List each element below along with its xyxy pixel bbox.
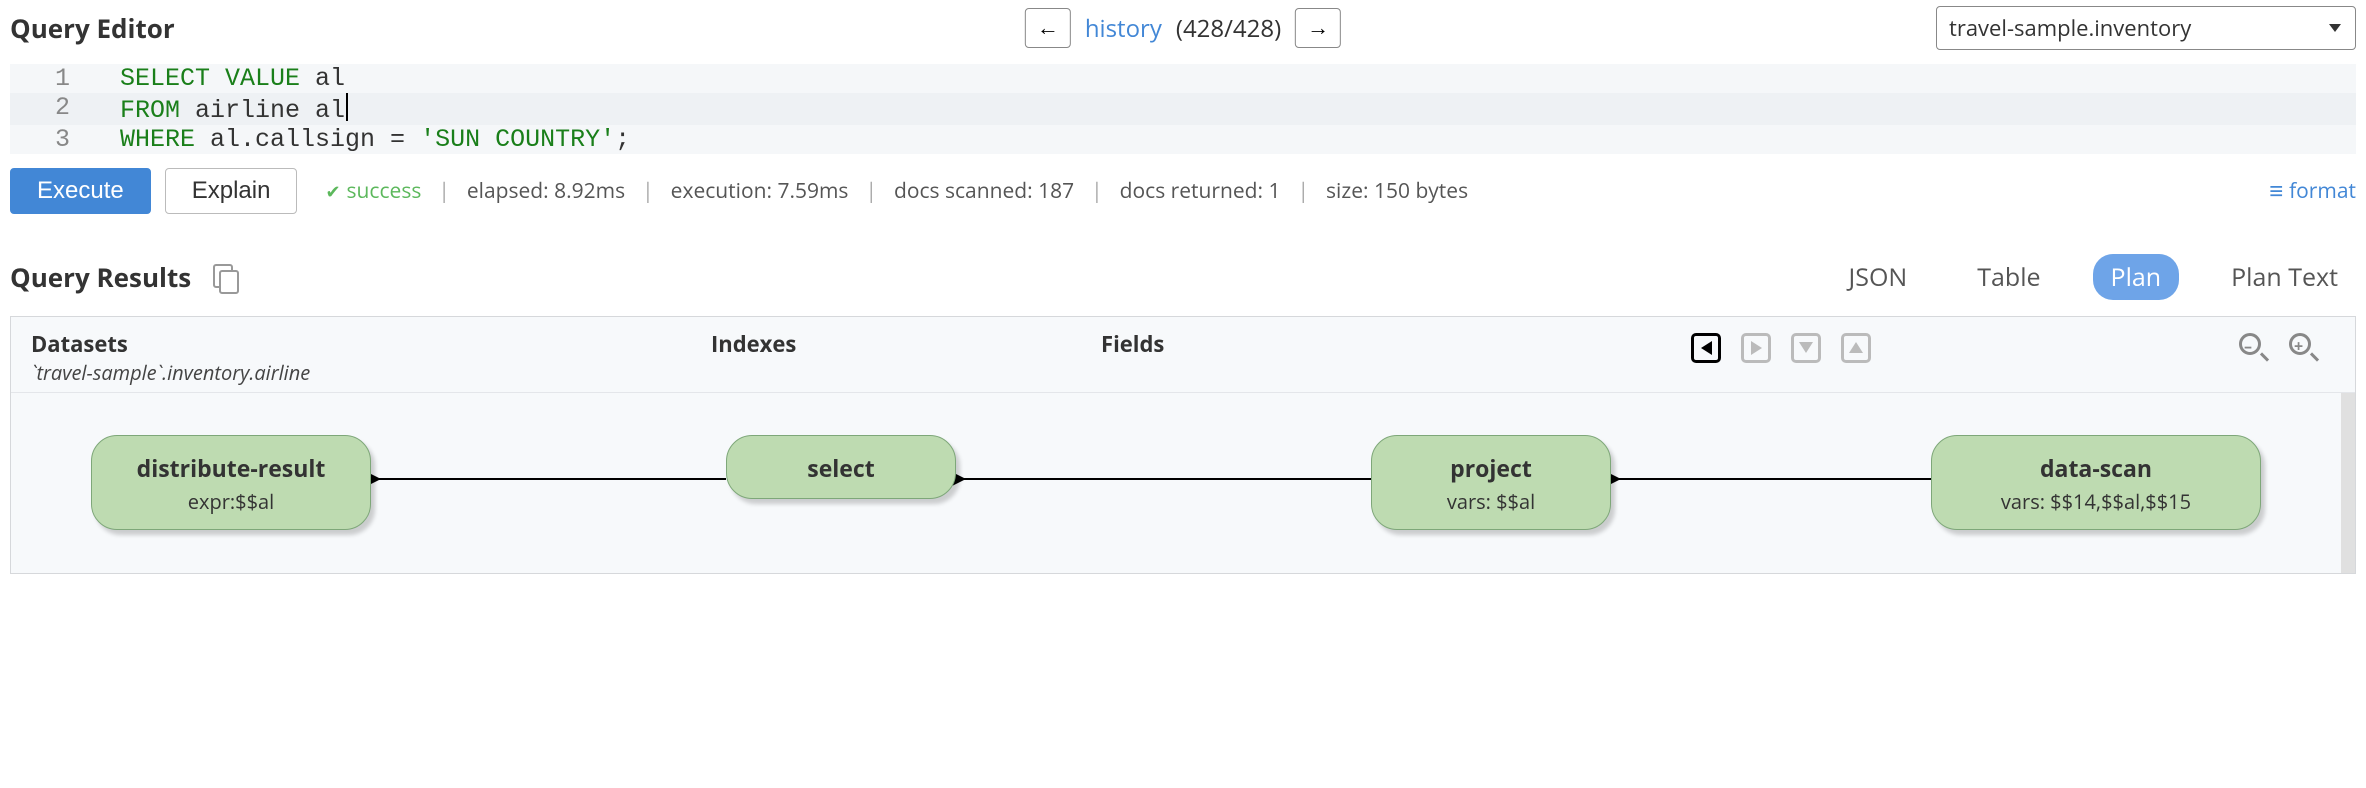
stat-elapsed: elapsed: 8.92ms <box>467 177 625 205</box>
zoom-in-button[interactable]: + <box>2289 333 2315 359</box>
line-number: 1 <box>10 64 100 93</box>
line-number: 2 <box>10 93 100 125</box>
orient-left-button[interactable] <box>1691 333 1721 363</box>
results-tabs: JSON Table Plan Plan Text <box>1831 254 2356 300</box>
code-text: FROM airline al <box>100 93 348 125</box>
query-code-editor[interactable]: 1SELECT VALUE al2FROM airline al3WHERE a… <box>10 64 2356 154</box>
results-title: Query Results <box>10 259 191 295</box>
plan-scrollbar[interactable] <box>2341 393 2355 573</box>
explain-button[interactable]: Explain <box>165 168 298 214</box>
orient-right-button[interactable] <box>1741 333 1771 363</box>
status-badge: success <box>325 177 421 205</box>
plan-node-data-scan[interactable]: data-scan vars: $$14,$$al,$$15 <box>1931 435 2261 530</box>
code-line[interactable]: 1SELECT VALUE al <box>10 64 2356 93</box>
plan-canvas[interactable]: distribute-result expr:$$al select project v… <box>11 393 2355 573</box>
stat-size: size: 150 bytes <box>1326 177 1468 205</box>
action-bar: Execute Explain success | elapsed: 8.92m… <box>0 154 2366 224</box>
stat-docs-returned: docs returned: 1 <box>1120 177 1281 205</box>
datasets-label: Datasets <box>31 329 310 359</box>
execute-button[interactable]: Execute <box>10 168 151 214</box>
plan-node-subtitle: expr:$$al <box>116 488 346 515</box>
separator: | <box>438 177 450 205</box>
stat-execution: execution: 7.59ms <box>671 177 849 205</box>
triangle-right-icon <box>1751 341 1762 355</box>
tab-table[interactable]: Table <box>1959 254 2058 300</box>
separator: | <box>865 177 877 205</box>
zoom-out-button[interactable]: – <box>2239 333 2265 359</box>
orient-up-button[interactable] <box>1841 333 1871 363</box>
history-count: (428/428) <box>1176 12 1281 45</box>
history-nav: ← history (428/428) → <box>1025 8 1341 48</box>
triangle-down-icon <box>1799 342 1813 353</box>
code-line[interactable]: 3WHERE al.callsign = 'SUN COUNTRY'; <box>10 125 2356 154</box>
query-context-select[interactable]: travel-sample.inventory <box>1936 6 2356 50</box>
context-value: travel-sample.inventory <box>1949 13 2191 43</box>
stat-docs-scanned: docs scanned: 187 <box>894 177 1074 205</box>
format-label: format <box>2289 177 2356 205</box>
separator: | <box>1091 177 1103 205</box>
plan-orientation-controls <box>1691 333 1871 363</box>
query-editor-header: Query Editor ← history (428/428) → trave… <box>0 0 2366 64</box>
plan-node-select[interactable]: select <box>726 435 956 499</box>
orient-down-button[interactable] <box>1791 333 1821 363</box>
line-number: 3 <box>10 125 100 154</box>
plan-node-title: data-scan <box>1956 452 2236 484</box>
history-next-button[interactable]: → <box>1295 8 1341 48</box>
plan-node-title: select <box>751 452 931 484</box>
triangle-left-icon <box>1701 341 1712 355</box>
triangle-up-icon <box>1849 342 1863 353</box>
results-header: Query Results JSON Table Plan Plan Text <box>0 224 2366 316</box>
tab-json[interactable]: JSON <box>1831 254 1926 300</box>
copy-icon[interactable] <box>213 264 235 290</box>
plan-panel: Datasets `travel-sample`.inventory.airli… <box>10 316 2356 574</box>
format-icon <box>2269 174 2283 207</box>
tab-plan-text[interactable]: Plan Text <box>2213 254 2356 300</box>
arrow-right-icon: → <box>1307 15 1329 41</box>
separator: | <box>1298 177 1310 205</box>
page-title: Query Editor <box>10 10 175 46</box>
plan-node-title: project <box>1396 452 1586 484</box>
format-button[interactable]: format <box>2269 174 2356 207</box>
datasets-block: Datasets `travel-sample`.inventory.airli… <box>31 329 310 386</box>
plan-node-subtitle: vars: $$al <box>1396 488 1586 515</box>
plan-node-subtitle: vars: $$14,$$al,$$15 <box>1956 488 2236 515</box>
zoom-controls: – + <box>2239 333 2315 359</box>
plan-node-project[interactable]: project vars: $$al <box>1371 435 1611 530</box>
tab-plan[interactable]: Plan <box>2093 254 2180 300</box>
history-prev-button[interactable]: ← <box>1025 8 1071 48</box>
code-text: WHERE al.callsign = 'SUN COUNTRY'; <box>100 125 630 154</box>
datasets-value: `travel-sample`.inventory.airline <box>31 359 310 386</box>
code-text: SELECT VALUE al <box>100 64 345 93</box>
history-link[interactable]: history <box>1085 12 1162 45</box>
fields-label: Fields <box>1101 329 1164 359</box>
status-text: success <box>347 177 422 205</box>
arrow-left-icon: ← <box>1037 15 1059 41</box>
plan-node-title: distribute-result <box>116 452 346 484</box>
plan-info-bar: Datasets `travel-sample`.inventory.airli… <box>11 317 2355 393</box>
plan-node-distribute[interactable]: distribute-result expr:$$al <box>91 435 371 530</box>
check-icon <box>325 177 340 205</box>
indexes-label: Indexes <box>711 329 796 359</box>
code-line[interactable]: 2FROM airline al <box>10 93 2356 125</box>
separator: | <box>642 177 654 205</box>
